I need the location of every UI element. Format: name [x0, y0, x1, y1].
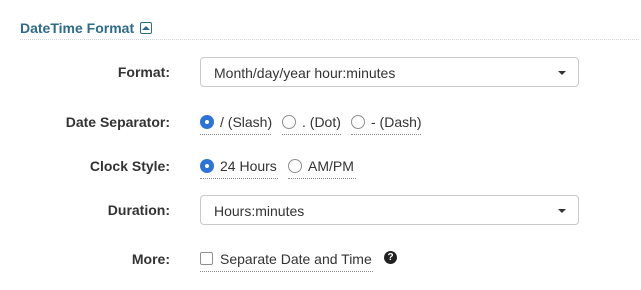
format-label: Format:	[117, 64, 170, 80]
duration-label: Duration:	[107, 202, 170, 218]
checkbox-label: Separate Date and Time	[220, 251, 372, 267]
separate-date-time-option[interactable]: Separate Date and Time	[200, 251, 373, 272]
clock-style-24h-option[interactable]: 24 Hours	[200, 158, 278, 179]
option-label: . (Dot)	[302, 114, 341, 130]
date-separator-dash-option[interactable]: - (Dash)	[351, 114, 422, 135]
clock-style-ampm-option[interactable]: AM/PM	[288, 158, 356, 179]
radio-dash[interactable]	[351, 115, 365, 129]
chevron-up-icon[interactable]	[140, 22, 152, 34]
chevron-down-icon	[558, 209, 566, 213]
date-separator-dot-option[interactable]: . (Dot)	[282, 114, 341, 135]
help-icon[interactable]: ?	[384, 251, 397, 264]
more-label: More:	[131, 251, 170, 267]
duration-select[interactable]: Hours:minutes	[200, 195, 579, 225]
option-label: / (Slash)	[220, 114, 273, 130]
section-title: DateTime Format	[20, 20, 135, 36]
duration-select-value: Hours:minutes	[214, 203, 305, 219]
option-label: AM/PM	[308, 158, 354, 174]
date-separator-slash-option[interactable]: / (Slash)	[200, 114, 273, 135]
date-separator-label: Date Separator:	[65, 114, 170, 130]
chevron-down-icon	[558, 71, 566, 75]
radio-am-pm[interactable]	[288, 159, 302, 173]
section-header: DateTime Format	[20, 19, 639, 40]
radio-dot[interactable]	[282, 115, 296, 129]
format-select-value: Month/day/year hour:minutes	[214, 65, 396, 81]
option-label: - (Dash)	[371, 114, 422, 130]
option-label: 24 Hours	[220, 158, 277, 174]
separate-date-time-checkbox[interactable]	[200, 252, 213, 265]
radio-slash[interactable]	[200, 115, 214, 129]
radio-24-hours[interactable]	[200, 159, 214, 173]
clock-style-label: Clock Style:	[89, 158, 170, 174]
format-select[interactable]: Month/day/year hour:minutes	[200, 57, 579, 87]
